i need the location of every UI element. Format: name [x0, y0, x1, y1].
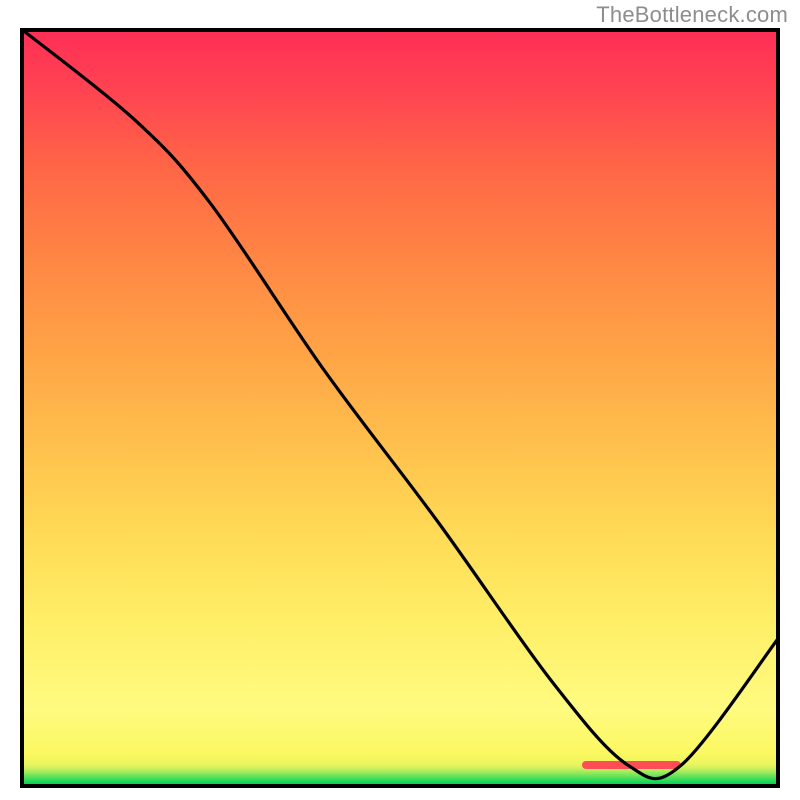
- chart-container: TheBottleneck.com: [0, 0, 800, 800]
- bottleneck-curve: [20, 28, 780, 788]
- attribution-label: TheBottleneck.com: [596, 2, 788, 28]
- curve-path: [20, 28, 780, 779]
- plot-area: [20, 28, 780, 788]
